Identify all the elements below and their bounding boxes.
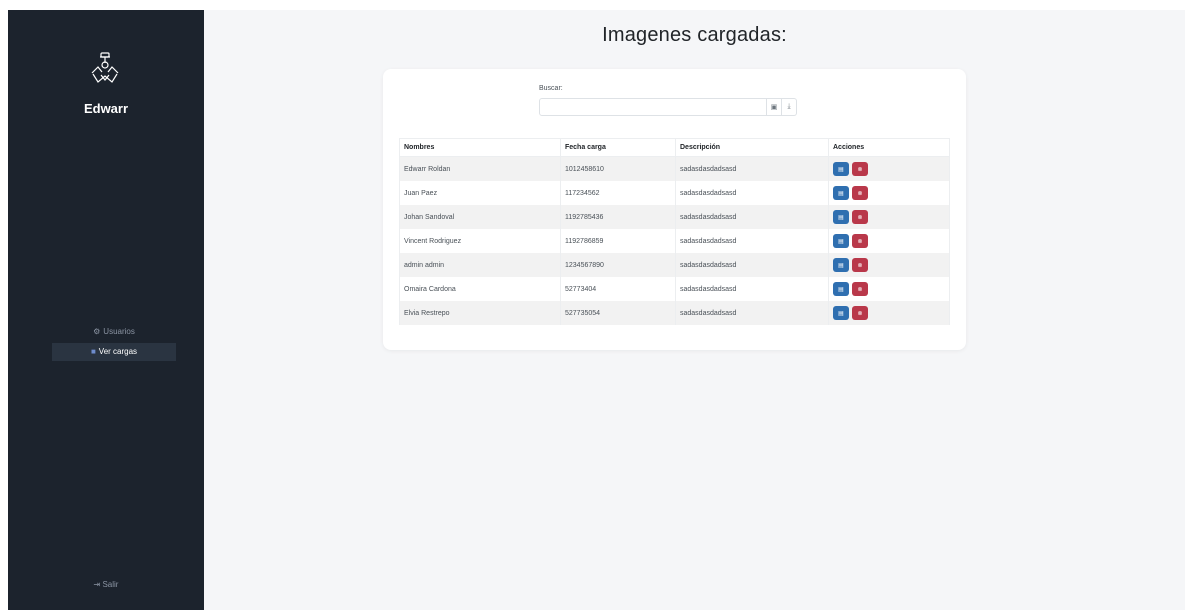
cell-acciones: ▤ ⊗ <box>828 253 950 277</box>
column-header-fecha: Fecha carga <box>560 138 676 157</box>
cell-nombre: admin admin <box>399 253 561 277</box>
sidebar-item-label: Ver cargas <box>98 347 138 356</box>
cell-descripcion: sadasdasdadsasd <box>675 229 829 253</box>
delete-icon: ⊗ <box>857 190 863 197</box>
table-row: Omaira Cardona 52773404 sadasdasdadsasd … <box>399 277 950 301</box>
cell-acciones: ▤ ⊗ <box>828 181 950 205</box>
edit-icon: ▤ <box>838 310 844 317</box>
search-group: ▣ ⤓ <box>539 98 797 116</box>
logout-link[interactable]: ⇥ Salir <box>8 580 204 589</box>
cell-nombre: Edwarr Roldan <box>399 156 561 181</box>
search-icon: ▣ <box>770 104 778 111</box>
sidebar-item-usuarios[interactable]: ⚙ Usuarios <box>52 323 176 341</box>
column-header-descripcion: Descripción <box>675 138 829 157</box>
table-row: admin admin 1234567890 sadasdasdadsasd ▤… <box>399 253 950 277</box>
edit-button[interactable]: ▤ <box>833 306 849 320</box>
edit-button[interactable]: ▤ <box>833 162 849 176</box>
delete-icon: ⊗ <box>857 310 863 317</box>
edit-icon: ▤ <box>838 190 844 197</box>
table-header-row: Nombres Fecha carga Descripción Acciones <box>399 138 950 157</box>
sidebar: Edwarr ⚙ Usuarios ■ Ver cargas ⇥ Salir <box>8 10 204 610</box>
cell-fecha: 1234567890 <box>560 253 676 277</box>
edit-button[interactable]: ▤ <box>833 258 849 272</box>
column-header-acciones: Acciones <box>828 138 950 157</box>
edit-icon: ▤ <box>838 166 844 173</box>
sidebar-nav: ⚙ Usuarios ■ Ver cargas <box>52 323 176 363</box>
cell-fecha: 527735054 <box>560 301 676 325</box>
cell-nombre: Omaira Cardona <box>399 277 561 301</box>
cell-nombre: Johan Sandoval <box>399 205 561 229</box>
app-frame: Edwarr ⚙ Usuarios ■ Ver cargas ⇥ Salir Ima… <box>8 10 1185 610</box>
cell-acciones: ▤ ⊗ <box>828 229 950 253</box>
download-icon: ⤓ <box>787 103 791 110</box>
cell-acciones: ▤ ⊗ <box>828 277 950 301</box>
cell-descripcion: sadasdasdadsasd <box>675 277 829 301</box>
edit-button[interactable]: ▤ <box>833 186 849 200</box>
search-button[interactable]: ▣ <box>767 98 782 116</box>
cell-fecha: 1012458610 <box>560 156 676 181</box>
content-card: Buscar: ▣ ⤓ Nombres Fecha carga Descripc… <box>383 69 966 350</box>
cell-acciones: ▤ ⊗ <box>828 205 950 229</box>
table-row: Vincent Rodriguez 1192786859 sadasdasdad… <box>399 229 950 253</box>
table-row: Edwarr Roldan 1012458610 sadasdasdadsasd… <box>399 156 950 181</box>
delete-icon: ⊗ <box>857 262 863 269</box>
delete-button[interactable]: ⊗ <box>852 186 868 200</box>
edit-button[interactable]: ▤ <box>833 210 849 224</box>
cell-fecha: 1192786859 <box>560 229 676 253</box>
sidebar-item-ver-cargas[interactable]: ■ Ver cargas <box>52 343 176 361</box>
cell-fecha: 52773404 <box>560 277 676 301</box>
edit-icon: ▤ <box>838 262 844 269</box>
cell-descripcion: sadasdasdadsasd <box>675 181 829 205</box>
cell-acciones: ▤ ⊗ <box>828 301 950 325</box>
delete-button[interactable]: ⊗ <box>852 234 868 248</box>
cell-descripcion: sadasdasdadsasd <box>675 253 829 277</box>
delete-button[interactable]: ⊗ <box>852 258 868 272</box>
cell-descripcion: sadasdasdadsasd <box>675 205 829 229</box>
uploads-table: Nombres Fecha carga Descripción Acciones… <box>399 138 950 325</box>
edit-icon: ▤ <box>838 238 844 245</box>
edit-icon: ▤ <box>838 214 844 221</box>
cell-descripcion: sadasdasdadsasd <box>675 156 829 181</box>
cell-fecha: 117234562 <box>560 181 676 205</box>
sidebar-item-label: Usuarios <box>103 327 135 336</box>
page-title: Imagenes cargadas: <box>602 24 787 46</box>
delete-button[interactable]: ⊗ <box>852 162 868 176</box>
search-label: Buscar: <box>539 85 563 92</box>
brand-name: Edwarr <box>83 101 129 116</box>
delete-icon: ⊗ <box>857 214 863 221</box>
table-row: Johan Sandoval 1192785436 sadasdasdadsas… <box>399 205 950 229</box>
cell-nombre: Vincent Rodriguez <box>399 229 561 253</box>
delete-button[interactable]: ⊗ <box>852 210 868 224</box>
cell-nombre: Elvia Restrepo <box>399 301 561 325</box>
edit-icon: ▤ <box>838 286 844 293</box>
delete-icon: ⊗ <box>857 166 863 173</box>
delete-icon: ⊗ <box>857 286 863 293</box>
logo-icon <box>91 52 119 83</box>
delete-button[interactable]: ⊗ <box>852 282 868 296</box>
user-icon: ⚙ <box>93 327 101 336</box>
table-row: Elvia Restrepo 527735054 sadasdasdadsasd… <box>399 301 950 325</box>
column-header-nombres: Nombres <box>399 138 561 157</box>
download-button[interactable]: ⤓ <box>782 98 797 116</box>
table-row: Juan Paez 117234562 sadasdasdadsasd ▤ ⊗ <box>399 181 950 205</box>
cell-descripcion: sadasdasdadsasd <box>675 301 829 325</box>
delete-button[interactable]: ⊗ <box>852 306 868 320</box>
edit-button[interactable]: ▤ <box>833 282 849 296</box>
cell-acciones: ▤ ⊗ <box>828 156 950 181</box>
folder-icon: ■ <box>90 347 96 356</box>
cell-nombre: Juan Paez <box>399 181 561 205</box>
cell-fecha: 1192785436 <box>560 205 676 229</box>
logout-label: Salir <box>102 580 119 589</box>
delete-icon: ⊗ <box>857 238 863 245</box>
logout-icon: ⇥ <box>93 580 101 589</box>
search-input[interactable] <box>539 98 767 116</box>
edit-button[interactable]: ▤ <box>833 234 849 248</box>
